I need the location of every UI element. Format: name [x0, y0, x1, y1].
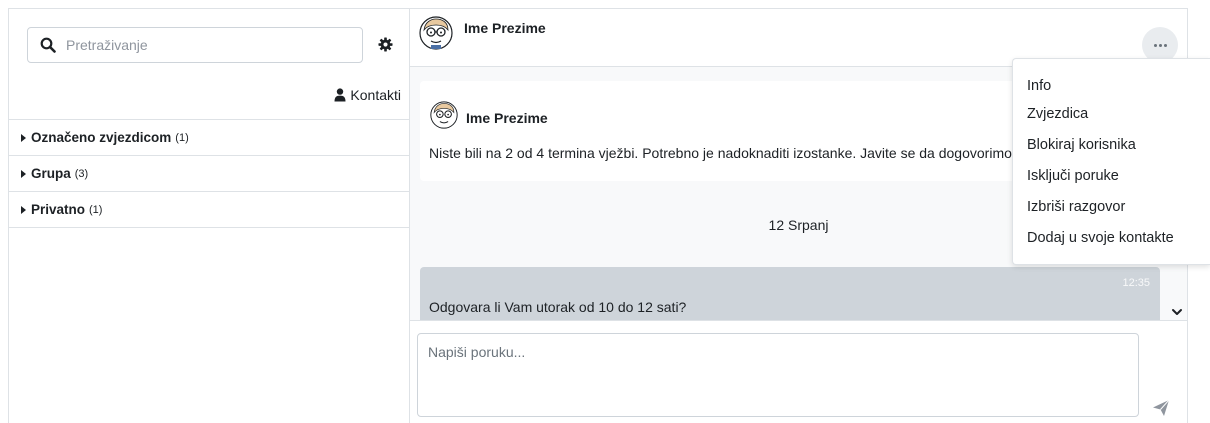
search-input[interactable]: [66, 28, 356, 62]
dot: [1158, 43, 1162, 47]
search-box[interactable]: [27, 27, 363, 63]
section-label: Označeno zvjezdicom: [31, 130, 172, 145]
message-input[interactable]: [417, 333, 1139, 417]
contacts-link[interactable]: Kontakti: [334, 87, 401, 103]
section-label: Privatno: [31, 202, 86, 217]
menu-item-add-to-contacts[interactable]: Dodaj u svoje kontakte: [1013, 223, 1210, 254]
compose-area: [410, 320, 1187, 423]
avatar[interactable]: [419, 16, 453, 50]
section-count: (1): [175, 131, 189, 144]
caret-right-icon: [21, 169, 26, 178]
section-starred[interactable]: Označeno zvjezdicom (1): [9, 120, 409, 156]
message-bubble: 12:35 Odgovara li Vam utorak od 10 do 12…: [420, 267, 1160, 320]
search-icon: [40, 37, 56, 53]
section-private[interactable]: Privatno (1): [9, 192, 409, 228]
section-group[interactable]: Grupa (3): [9, 156, 409, 192]
dot: [1163, 43, 1167, 47]
menu-item-block-user[interactable]: Blokiraj korisnika: [1013, 130, 1210, 161]
section-count: (1): [89, 203, 103, 216]
message-time: 12:35: [1122, 277, 1150, 289]
menu-item-star[interactable]: Zvjezdica: [1013, 99, 1210, 130]
caret-right-icon: [21, 133, 26, 142]
dot: [1153, 43, 1157, 47]
avatar: [430, 101, 458, 129]
send-icon[interactable]: [1152, 399, 1170, 417]
menu-item-info[interactable]: Info: [1013, 73, 1210, 99]
gear-icon[interactable]: [378, 37, 393, 52]
conversation-title[interactable]: Ime Prezime: [464, 20, 546, 36]
conversation-actions-menu: Info Zvjezdica Blokiraj korisnika Isklju…: [1012, 58, 1210, 265]
message-text: Odgovara li Vam utorak od 10 do 12 sati?: [429, 299, 687, 315]
contacts-label: Kontakti: [350, 87, 401, 103]
conversations-panel: Kontakti Označeno zvjezdicom (1) Grupa (…: [9, 9, 410, 423]
menu-item-delete-conversation[interactable]: Izbriši razgovor: [1013, 192, 1210, 223]
messaging-drawer: Kontakti Označeno zvjezdicom (1) Grupa (…: [8, 8, 1188, 423]
menu-item-mute[interactable]: Isključi poruke: [1013, 161, 1210, 192]
intro-sender-name: Ime Prezime: [466, 110, 548, 126]
section-label: Grupa: [31, 166, 71, 181]
chevron-down-icon[interactable]: [1170, 305, 1184, 319]
caret-right-icon: [21, 205, 26, 214]
user-icon: [334, 88, 346, 102]
section-count: (3): [74, 167, 89, 180]
